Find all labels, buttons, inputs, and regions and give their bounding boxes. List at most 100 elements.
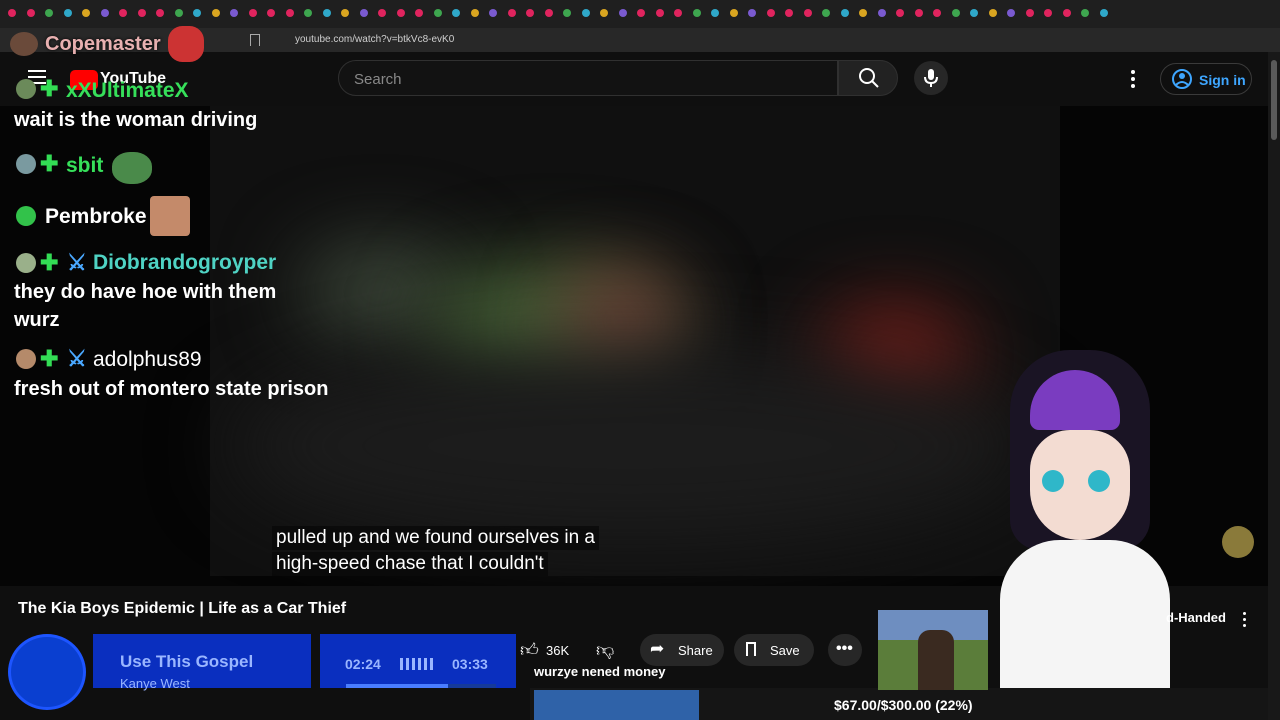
browser-tab-favicon[interactable] — [563, 9, 571, 17]
browser-tab-favicon[interactable] — [341, 9, 349, 17]
caption-line: high-speed chase that I couldn't — [272, 552, 548, 576]
browser-tab-favicon[interactable] — [674, 9, 682, 17]
browser-tab-favicon[interactable] — [692, 9, 701, 17]
sign-in-button[interactable]: Sign in — [1160, 63, 1252, 95]
browser-tab-favicon[interactable] — [618, 9, 627, 17]
address-bar[interactable]: youtube.com/watch?v=btkVc8-evK0 — [295, 34, 454, 45]
browser-tab-favicon[interactable] — [951, 9, 960, 17]
chat-username: Diobrandogroyper — [93, 251, 277, 274]
browser-tab-favicon[interactable] — [1099, 9, 1108, 17]
alert-text: wurzye nened money — [534, 664, 666, 679]
browser-tab-favicon[interactable] — [267, 9, 275, 17]
save-button[interactable]: Save — [734, 634, 814, 666]
browser-tab-favicon[interactable] — [470, 9, 479, 17]
pepe-emote-icon — [168, 26, 204, 62]
dislike-button[interactable]: 👎︎ — [590, 634, 622, 666]
browser-tab-favicon[interactable] — [1081, 9, 1089, 17]
streamer-name: Copemaster — [45, 33, 161, 55]
browser-tab-favicon[interactable] — [230, 9, 238, 17]
voice-search-button[interactable] — [914, 61, 948, 95]
browser-tab-favicon[interactable] — [63, 9, 72, 17]
browser-tab-favicon[interactable] — [119, 9, 127, 17]
recommended-title[interactable]: d-Handed — [1166, 610, 1226, 625]
member-plus-icon: ✚ — [40, 76, 59, 101]
browser-tab-favicon[interactable] — [174, 9, 183, 17]
browser-tab-favicon[interactable] — [711, 9, 719, 17]
browser-tab-favicon[interactable] — [581, 9, 590, 17]
more-options-icon[interactable] — [1131, 70, 1135, 88]
browser-tab-favicon[interactable] — [637, 9, 645, 17]
browser-tab-favicon[interactable] — [896, 9, 904, 17]
browser-tab-favicon[interactable] — [489, 9, 497, 17]
recommended-more-icon[interactable] — [1243, 612, 1247, 628]
bookmark-save-icon — [746, 642, 756, 656]
browser-tab-favicon[interactable] — [785, 9, 793, 17]
browser-tab-favicon[interactable] — [193, 9, 201, 17]
browser-tab-favicon[interactable] — [822, 9, 830, 17]
chat-message: fresh out of montero state prison — [14, 378, 329, 400]
face-emote-icon — [150, 196, 190, 236]
browser-tab-favicon[interactable] — [526, 9, 534, 17]
browser-tab-favicon[interactable] — [600, 9, 608, 17]
like-button[interactable]: 👍︎ 36K — [518, 634, 588, 666]
browser-tab-favicon[interactable] — [1062, 9, 1071, 17]
account-icon — [1172, 69, 1192, 89]
browser-tab-favicon[interactable] — [100, 9, 109, 17]
save-label: Save — [770, 643, 800, 658]
browser-tab-favicon[interactable] — [82, 9, 90, 17]
browser-tab-favicon[interactable] — [840, 9, 849, 17]
user-avatar — [16, 79, 36, 99]
browser-tab-favicon[interactable] — [729, 9, 738, 17]
browser-tab-favicon[interactable] — [1025, 9, 1034, 17]
member-plus-icon: ✚ — [40, 346, 59, 371]
browser-tab-favicon[interactable] — [304, 9, 312, 17]
browser-tab-favicon[interactable] — [359, 9, 368, 17]
user-avatar — [16, 154, 36, 174]
browser-tab-favicon[interactable] — [877, 9, 886, 17]
video-title: The Kia Boys Epidemic | Life as a Car Th… — [18, 600, 347, 617]
user-avatar — [16, 349, 36, 369]
vtuber-avatar — [990, 350, 1180, 690]
recommended-thumbnail[interactable] — [878, 610, 988, 690]
browser-tab-strip[interactable] — [0, 0, 1280, 28]
browser-tab-favicon[interactable] — [322, 9, 331, 17]
donation-goal-fill — [534, 690, 699, 720]
search-button[interactable] — [838, 60, 898, 96]
browser-tab-favicon[interactable] — [137, 9, 146, 17]
browser-tab-favicon[interactable] — [1007, 9, 1015, 17]
browser-tab-favicon[interactable] — [970, 9, 978, 17]
browser-tab-favicon[interactable] — [748, 9, 756, 17]
browser-tab-favicon[interactable] — [1044, 9, 1052, 17]
total-time: 03:33 — [452, 656, 488, 672]
browser-tab-favicon[interactable] — [26, 9, 35, 17]
browser-tab-favicon[interactable] — [45, 9, 53, 17]
browser-tab-favicon[interactable] — [285, 9, 294, 17]
page-scrollbar[interactable] — [1268, 52, 1280, 720]
browser-tab-favicon[interactable] — [859, 9, 867, 17]
browser-tab-favicon[interactable] — [933, 9, 941, 17]
browser-tab-favicon[interactable] — [211, 9, 220, 17]
browser-tab-favicon[interactable] — [396, 9, 405, 17]
browser-tab-favicon[interactable] — [988, 9, 997, 17]
search-icon — [859, 68, 879, 88]
browser-tab-favicon[interactable] — [415, 9, 423, 17]
bookmark-icon[interactable] — [250, 34, 260, 46]
browser-tab-favicon[interactable] — [156, 9, 164, 17]
share-icon: ➦ — [650, 639, 665, 658]
browser-tab-favicon[interactable] — [914, 9, 923, 17]
browser-tab-favicon[interactable] — [433, 9, 442, 17]
browser-tab-favicon[interactable] — [655, 9, 664, 17]
search-input[interactable] — [338, 60, 838, 96]
playback-progress-fill — [346, 684, 448, 688]
share-button[interactable]: ➦ Share — [640, 634, 724, 666]
browser-tab-favicon[interactable] — [8, 9, 16, 17]
browser-tab-favicon[interactable] — [248, 9, 257, 17]
kick-badge-icon — [16, 206, 36, 226]
browser-tab-favicon[interactable] — [544, 9, 553, 17]
browser-tab-favicon[interactable] — [452, 9, 460, 17]
browser-tab-favicon[interactable] — [378, 9, 386, 17]
browser-tab-favicon[interactable] — [803, 9, 812, 17]
more-actions-button[interactable]: ••• — [828, 634, 862, 666]
browser-tab-favicon[interactable] — [766, 9, 775, 17]
browser-tab-favicon[interactable] — [507, 9, 516, 17]
